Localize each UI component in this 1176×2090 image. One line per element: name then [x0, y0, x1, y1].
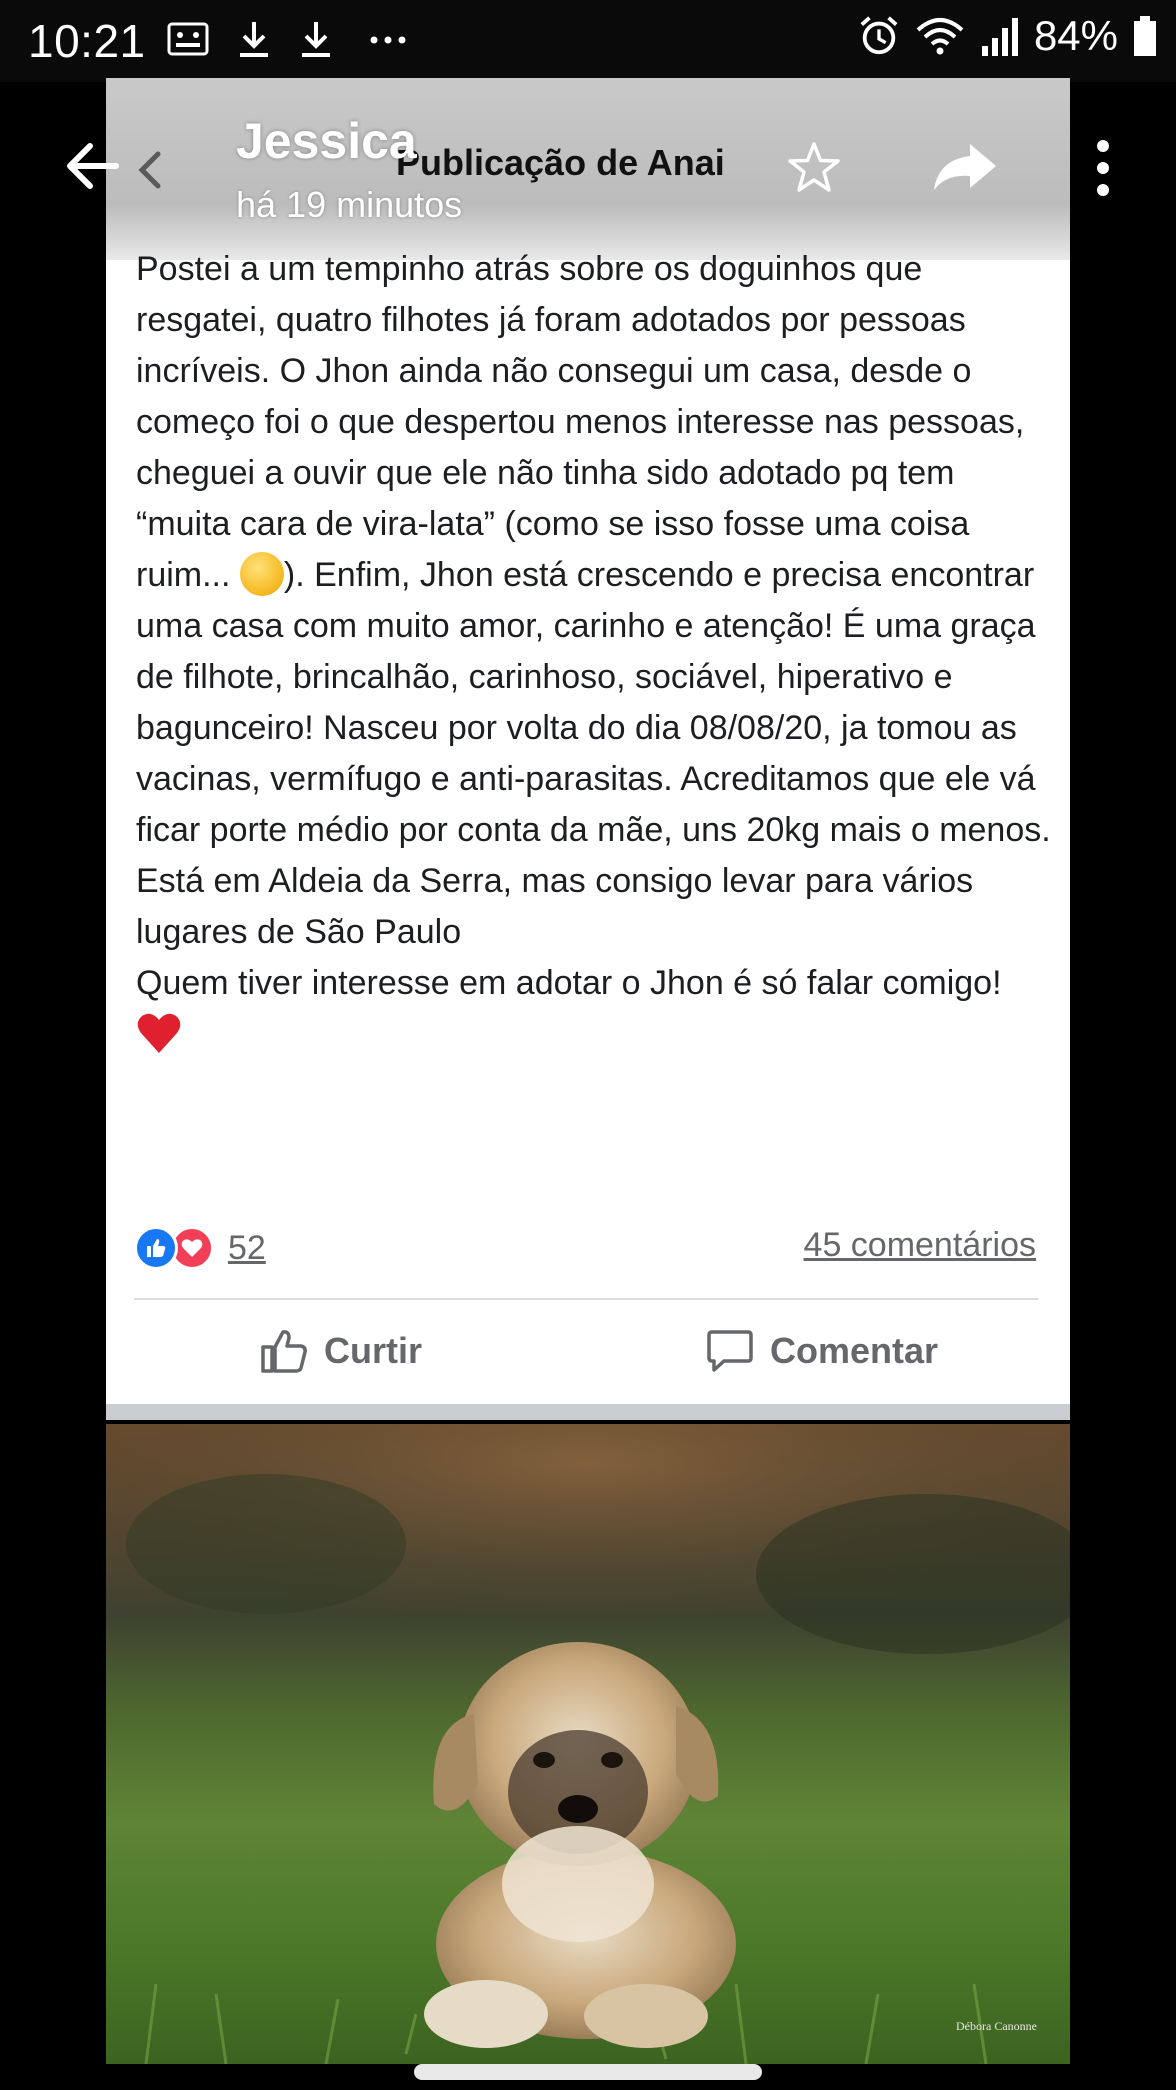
author-name[interactable]: Jessica [236, 112, 417, 170]
reactions-summary[interactable]: 52 [134, 1226, 266, 1270]
post-timestamp: há 19 minutos [236, 184, 463, 225]
star-icon[interactable] [786, 140, 842, 196]
comments-count-link[interactable]: 45 comentários [804, 1226, 1036, 1265]
status-bar: 10:21 84% [0, 0, 1176, 82]
more-vertical-icon[interactable] [1088, 136, 1118, 200]
like-reaction-icon [134, 1226, 178, 1270]
post-text-part: Quem tiver interesse em adotar o Jhon é … [136, 964, 1011, 1002]
post-paragraph: Quem tiver interesse em adotar o Jhon é … [136, 958, 1054, 1060]
wifi-icon [916, 18, 964, 55]
signal-icon [981, 18, 1018, 56]
post-photo[interactable]: Débora Canonne [106, 1424, 1070, 2064]
embedded-title: Publicação de Anai [396, 142, 725, 183]
like-button[interactable]: Curtir [260, 1328, 422, 1374]
comment-button[interactable]: Comentar [706, 1328, 938, 1374]
puppy-illustration: Débora Canonne [106, 1424, 1070, 2064]
chevron-left-icon[interactable] [130, 148, 170, 192]
battery-percent: 84% [1033, 12, 1118, 59]
post-body: Postei a um tempinho atrás sobre os dogu… [136, 244, 1054, 1060]
download-icon [302, 22, 330, 57]
share-icon[interactable] [930, 138, 1000, 194]
post-actions: Curtir Comentar [106, 1310, 1070, 1396]
status-time: 10:21 [28, 15, 146, 67]
comment-bubble-icon [707, 1330, 753, 1372]
next-card-edge [414, 2064, 762, 2080]
photo-watermark: Débora Canonne [956, 2019, 1037, 2033]
post-text-part: ). Enfim, Jhon está crescendo e precisa … [136, 556, 1061, 951]
alarm-icon [860, 16, 898, 55]
battery-icon [1134, 16, 1156, 56]
comment-label: Comentar [770, 1330, 939, 1371]
post-paragraph: Postei a um tempinho atrás sobre os dogu… [136, 244, 1054, 958]
download-icon [240, 22, 268, 57]
back-arrow-icon[interactable] [62, 136, 122, 196]
disappointed-emoji-icon [239, 552, 284, 596]
screenshot-icon [167, 22, 209, 56]
like-label: Curtir [324, 1330, 422, 1371]
section-separator [106, 1404, 1070, 1420]
red-heart-icon [137, 1013, 181, 1053]
reaction-count[interactable]: 52 [228, 1229, 266, 1268]
more-dots-icon [370, 36, 406, 44]
status-right: 84% [858, 12, 1158, 60]
thumbs-up-icon [261, 1330, 307, 1373]
divider [134, 1298, 1038, 1300]
post-text-part: Postei a um tempinho atrás sobre os dogu… [136, 250, 1034, 594]
